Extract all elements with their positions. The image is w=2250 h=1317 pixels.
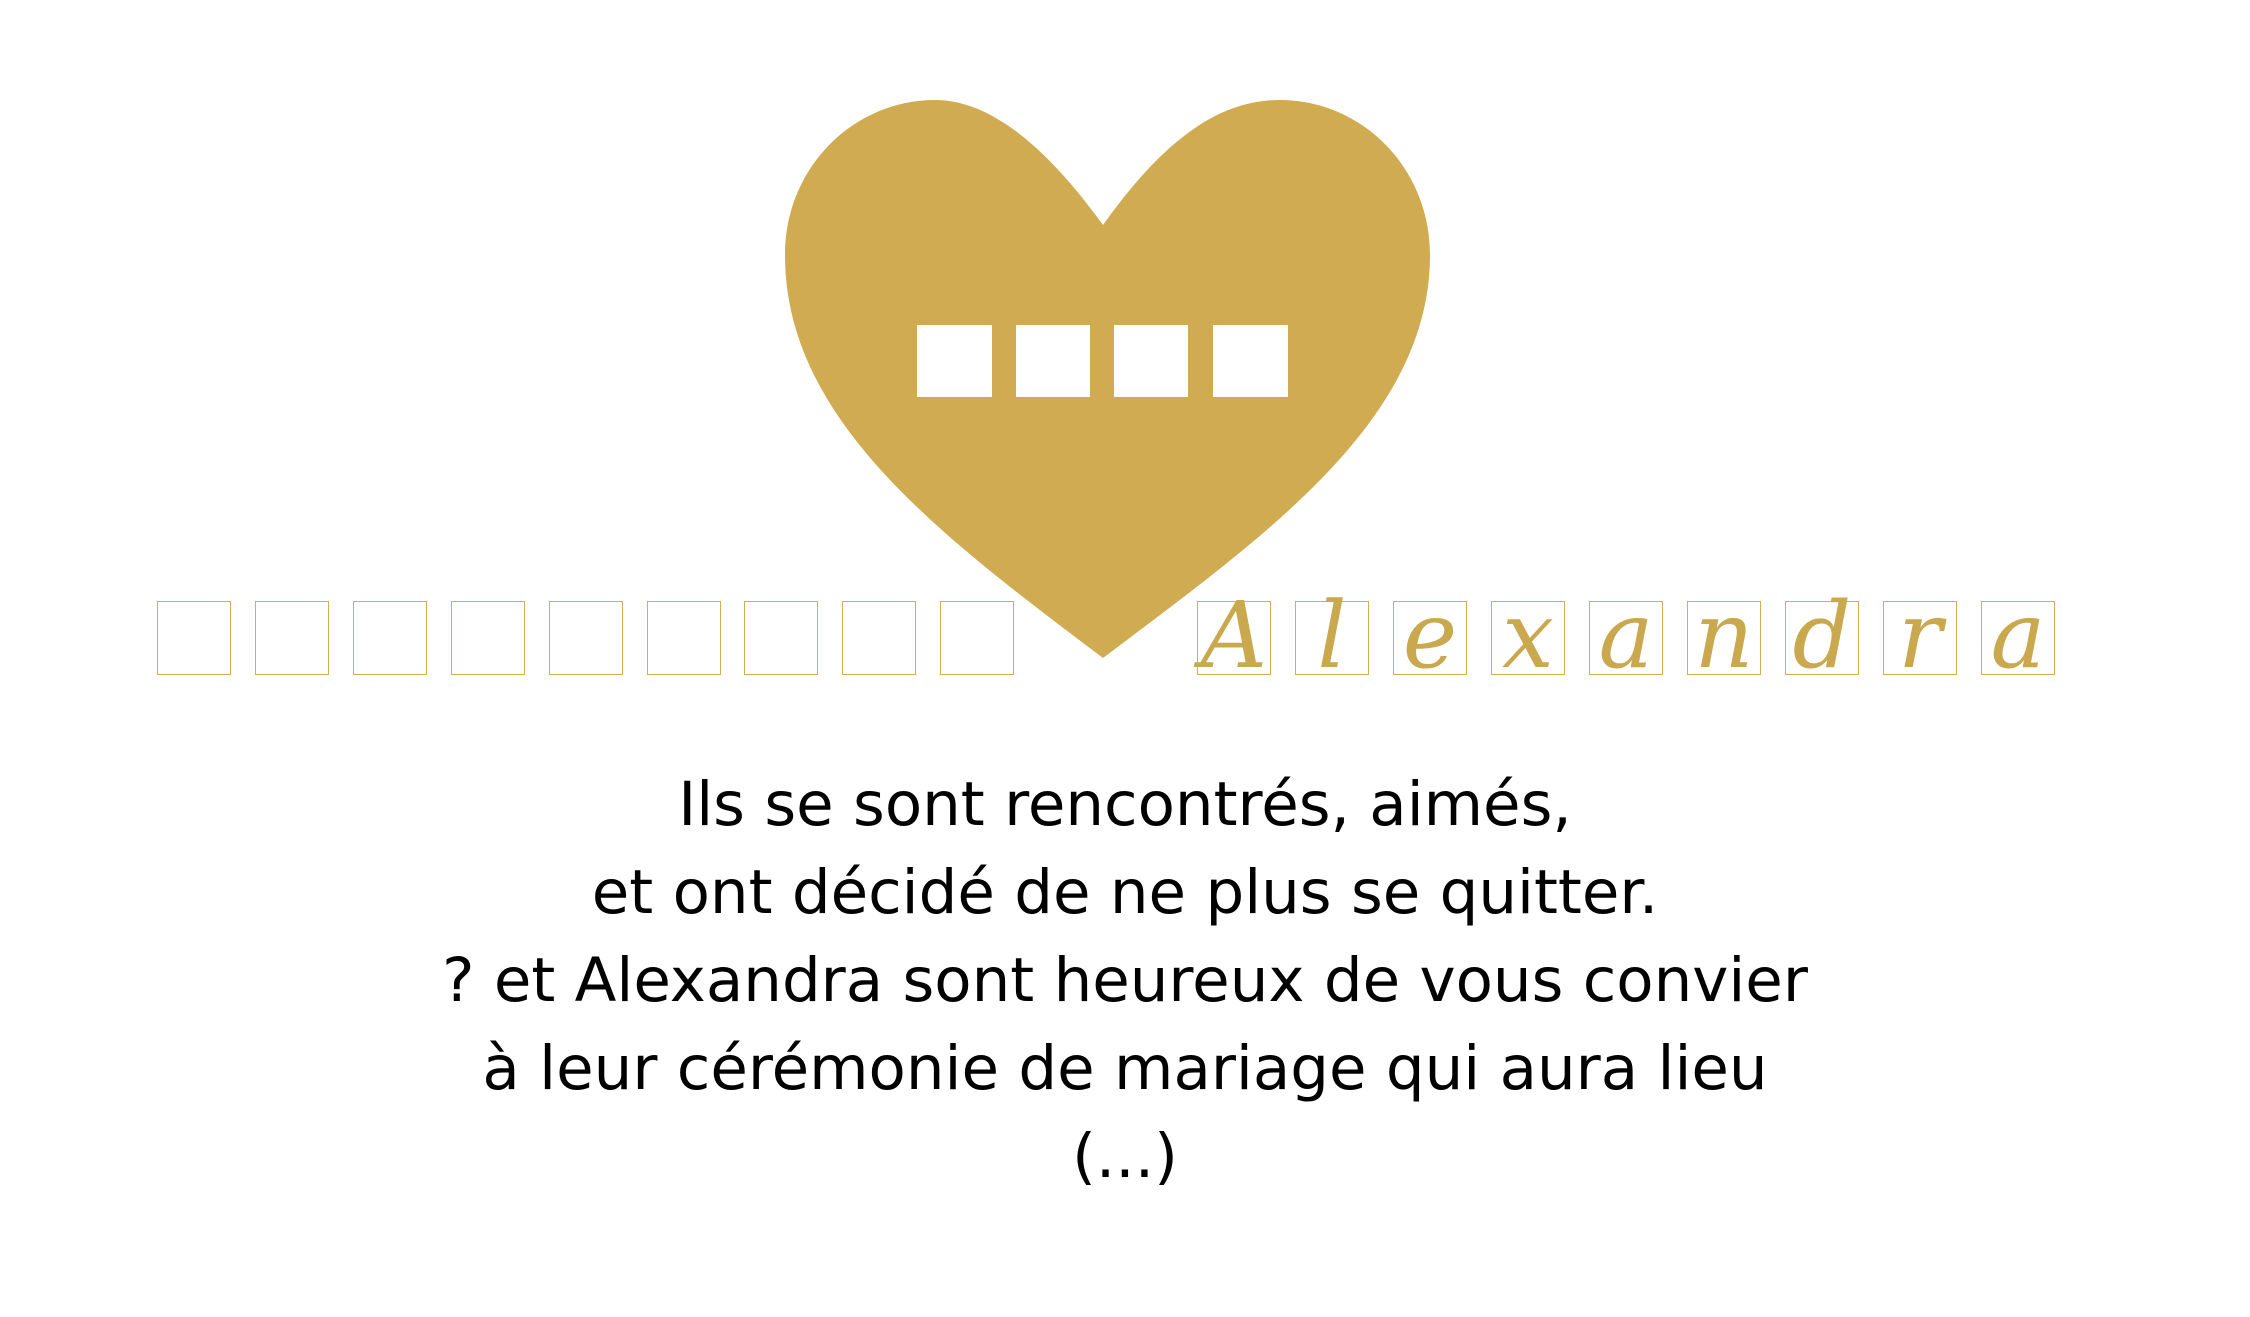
message-line: Ils se sont rencontrés, aimés, (678, 769, 1572, 840)
bride-name-letter: x (1502, 582, 1554, 689)
bride-name-letter: a (1598, 582, 1654, 689)
heart-placeholder-square (1114, 325, 1188, 397)
name-letter-box (744, 601, 818, 675)
message-line: à leur cérémonie de mariage qui aura lie… (482, 1033, 1768, 1104)
name-letter-box (940, 601, 1014, 675)
name-letter-box (647, 601, 721, 675)
bride-name-letter: d (1792, 582, 1852, 689)
message-line: et ont décidé de ne plus se quitter. (591, 857, 1659, 928)
heart-placeholder-square (1016, 325, 1090, 397)
name-letter-box (157, 601, 231, 675)
bride-name-letter: A (1200, 582, 1268, 689)
bride-name-letter: l (1317, 582, 1347, 689)
name-letter-box (549, 601, 623, 675)
bride-name-letter: r (1898, 582, 1942, 689)
message-line: ? et Alexandra sont heureux de vous conv… (442, 945, 1808, 1016)
name-letter-box (842, 601, 916, 675)
heart-placeholder-square (1213, 325, 1288, 397)
heart-placeholder-square (917, 325, 992, 397)
heart-icon (785, 100, 1430, 658)
name-letter-box (255, 601, 329, 675)
name-letter-box (353, 601, 427, 675)
name-letter-box (451, 601, 525, 675)
message-line: (...) (1072, 1121, 1178, 1192)
bride-name-letter: e (1402, 582, 1458, 689)
bride-name-letter: a (1990, 582, 2046, 689)
bride-name-letter: n (1694, 582, 1754, 689)
